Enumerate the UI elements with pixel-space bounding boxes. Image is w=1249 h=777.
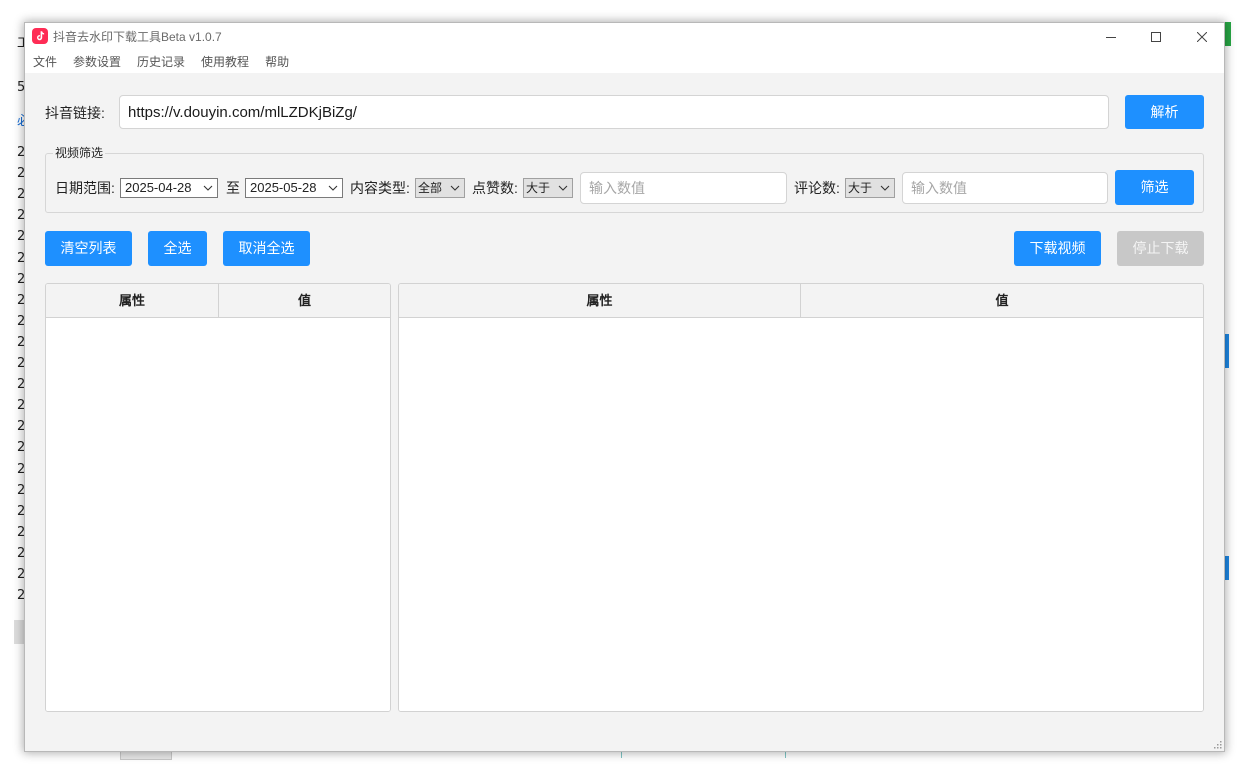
- minimize-icon: [1106, 37, 1116, 38]
- douyin-link-label: 抖音链接:: [45, 105, 105, 121]
- date-from-value: 2025-04-28: [125, 180, 192, 195]
- table-header: 属性 值: [46, 284, 390, 318]
- column-header-value[interactable]: 值: [219, 284, 390, 318]
- menu-item-help[interactable]: 帮助: [257, 51, 297, 73]
- menu-item-tutorial[interactable]: 使用教程: [193, 51, 257, 73]
- stop-download-button[interactable]: 停止下载: [1117, 231, 1204, 266]
- date-to-picker[interactable]: 2025-05-28: [245, 178, 343, 198]
- menu-item-file[interactable]: 文件: [25, 51, 65, 73]
- window-title: 抖音去水印下载工具Beta v1.0.7: [53, 30, 222, 44]
- date-from-picker[interactable]: 2025-04-28: [120, 178, 218, 198]
- comments-operator-value: 大于: [848, 181, 873, 195]
- maximize-icon: [1151, 32, 1161, 42]
- tiktok-logo-icon: [32, 28, 48, 44]
- comments-value-input[interactable]: [902, 172, 1108, 204]
- maximize-button[interactable]: [1133, 23, 1179, 51]
- chevron-down-icon: [203, 185, 213, 191]
- chevron-down-icon: [558, 185, 568, 191]
- column-header-property[interactable]: 属性: [399, 284, 801, 318]
- app-window: 抖音去水印下载工具Beta v1.0.7 文件 参数设置 历史记录 使用教程 帮…: [24, 22, 1225, 752]
- douyin-link-input[interactable]: [119, 95, 1109, 129]
- date-to-value: 2025-05-28: [250, 180, 317, 195]
- client-area: 抖音链接: 解析 视频筛选 日期范围: 2025-04-28 至 2025-05…: [25, 73, 1224, 751]
- comments-operator-select[interactable]: 大于: [845, 178, 895, 198]
- table-header: 属性 值: [399, 284, 1203, 318]
- chevron-down-icon: [880, 185, 890, 191]
- parse-button[interactable]: 解析: [1125, 95, 1204, 129]
- chevron-down-icon: [328, 185, 338, 191]
- table-body[interactable]: [399, 318, 1203, 711]
- clear-list-button[interactable]: 清空列表: [45, 231, 132, 266]
- content-type-label: 内容类型:: [350, 180, 410, 196]
- minimize-button[interactable]: [1088, 23, 1134, 51]
- date-to-separator: 至: [226, 180, 240, 196]
- column-header-value[interactable]: 值: [801, 284, 1203, 318]
- likes-operator-value: 大于: [526, 181, 551, 195]
- menu-item-settings[interactable]: 参数设置: [65, 51, 129, 73]
- date-range-label: 日期范围:: [55, 180, 115, 196]
- close-button[interactable]: [1179, 23, 1224, 51]
- content-type-select[interactable]: 全部: [415, 178, 465, 198]
- title-bar[interactable]: 抖音去水印下载工具Beta v1.0.7: [25, 23, 1224, 51]
- likes-value-input[interactable]: [580, 172, 787, 204]
- chevron-down-icon: [450, 185, 460, 191]
- select-all-button[interactable]: 全选: [148, 231, 207, 266]
- video-filter-group-title: 视频筛选: [53, 145, 106, 161]
- menu-item-history[interactable]: 历史记录: [129, 51, 193, 73]
- right-property-table: 属性 值: [398, 283, 1204, 712]
- resize-grip-icon[interactable]: [1212, 739, 1222, 749]
- likes-operator-select[interactable]: 大于: [523, 178, 573, 198]
- filter-button[interactable]: 筛选: [1115, 170, 1194, 205]
- comments-label: 评论数:: [794, 180, 840, 196]
- table-body[interactable]: [46, 318, 390, 711]
- deselect-all-button[interactable]: 取消全选: [223, 231, 310, 266]
- menu-bar: 文件 参数设置 历史记录 使用教程 帮助: [25, 51, 1224, 73]
- download-video-button[interactable]: 下载视频: [1014, 231, 1101, 266]
- content-type-value: 全部: [418, 181, 443, 195]
- left-property-table: 属性 值: [45, 283, 391, 712]
- column-header-property[interactable]: 属性: [46, 284, 219, 318]
- close-icon: [1197, 32, 1207, 42]
- likes-label: 点赞数:: [472, 180, 518, 196]
